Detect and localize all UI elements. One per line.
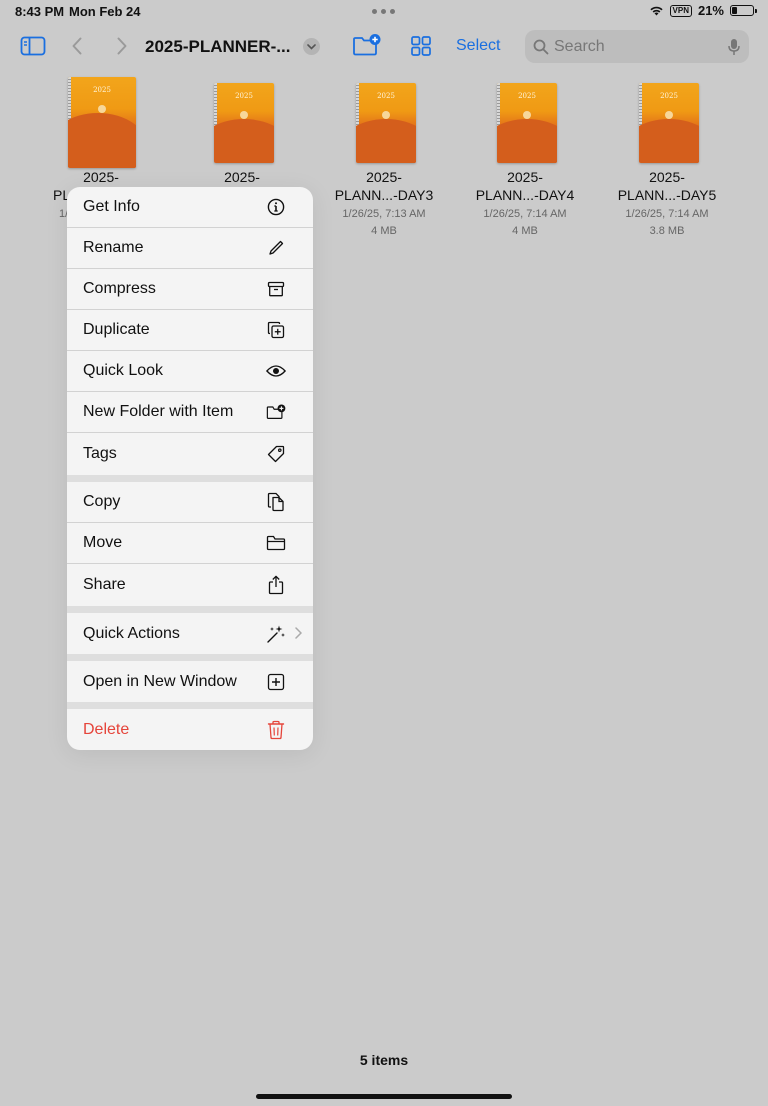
context-menu: Get Info Rename Compress Duplicate Quick…: [67, 187, 313, 750]
back-chevron-icon[interactable]: [70, 36, 84, 56]
menu-item-label: Tags: [83, 444, 117, 462]
file-thumbnail[interactable]: 2025: [356, 83, 416, 163]
thumbnail-year-text: 2025: [377, 92, 395, 100]
menu-item-share[interactable]: Share: [67, 564, 313, 605]
battery-percent: 21%: [697, 3, 724, 18]
menu-item-label: Compress: [83, 280, 156, 297]
battery-icon: [730, 5, 757, 16]
menu-item-label: Copy: [83, 493, 121, 510]
folder-title[interactable]: 2025-PLANNER-...: [145, 37, 290, 57]
file-size: 4 MB: [512, 225, 538, 237]
vpn-badge: VPN: [669, 4, 692, 17]
file-name-line1: 2025-: [507, 169, 543, 185]
sparkles-icon: [266, 624, 286, 644]
menu-item-quick-look[interactable]: Quick Look: [67, 351, 313, 392]
duplicate-icon: [266, 320, 286, 340]
title-chevron-down-icon[interactable]: [303, 38, 320, 55]
search-icon: [533, 39, 549, 55]
file-date: 1/26/25, 7:13 AM: [342, 208, 426, 220]
copy-icon: [266, 492, 286, 512]
pencil-icon: [266, 238, 286, 258]
grid-view-icon[interactable]: [410, 35, 432, 57]
file-thumbnail[interactable]: 2025: [214, 83, 274, 163]
archive-box-icon: [266, 279, 286, 299]
menu-item-label: Delete: [83, 720, 130, 738]
menu-item-label: Duplicate: [83, 321, 150, 338]
file-size: 3.8 MB: [649, 225, 685, 237]
file-size: 4 MB: [371, 225, 397, 237]
menu-item-compress[interactable]: Compress: [67, 269, 313, 310]
toolbar: 2025-PLANNER-... Select Search: [0, 28, 768, 64]
menu-item-label: Rename: [83, 239, 144, 256]
info-icon: [266, 197, 286, 217]
sidebar-toggle-icon[interactable]: [20, 35, 46, 57]
status-bar: 8:43 PM Mon Feb 24 VPN 21%: [0, 0, 768, 22]
eye-icon: [266, 361, 286, 381]
thumbnail-year-text: 2025: [660, 92, 678, 100]
thumbnail-year-text: 2025: [235, 92, 253, 100]
menu-item-new-folder-with-item[interactable]: New Folder with Item: [67, 392, 313, 433]
menu-item-label: Share: [83, 575, 126, 593]
menu-item-copy[interactable]: Copy: [67, 482, 313, 523]
search-placeholder: Search: [554, 38, 605, 55]
microphone-icon[interactable]: [728, 38, 740, 56]
item-count: 5 items: [359, 1052, 409, 1068]
file-name-line2: PLANN...-DAY3: [334, 187, 434, 203]
file-name-line1: 2025-: [366, 169, 402, 185]
trash-icon: [266, 720, 286, 740]
tag-icon: [266, 444, 286, 464]
menu-item-label: Quick Look: [83, 362, 164, 379]
folder-icon: [266, 533, 286, 553]
thumbnail-year-text: 2025: [93, 86, 111, 94]
file-name-line2: PLANN...-DAY5: [617, 187, 717, 203]
menu-item-label: New Folder with Item: [83, 403, 234, 420]
status-indicators: VPN 21%: [649, 3, 757, 18]
new-folder-icon[interactable]: [352, 32, 382, 58]
status-time: 8:43 PM: [15, 4, 65, 19]
plus-square-icon: [266, 672, 286, 692]
file-name-line1: 2025-: [83, 169, 119, 185]
menu-item-quick-actions[interactable]: Quick Actions: [67, 613, 313, 654]
search-field[interactable]: Search: [525, 30, 749, 63]
file-thumbnail[interactable]: 2025: [68, 77, 136, 168]
menu-item-delete[interactable]: Delete: [67, 709, 313, 750]
menu-item-rename[interactable]: Rename: [67, 228, 313, 269]
file-thumbnail[interactable]: 2025: [639, 83, 699, 163]
menu-item-open-in-new-window[interactable]: Open in New Window: [67, 661, 313, 702]
menu-item-label: Quick Actions: [83, 624, 180, 642]
menu-item-get-info[interactable]: Get Info: [67, 187, 313, 228]
menu-item-duplicate[interactable]: Duplicate: [67, 310, 313, 351]
file-thumbnail[interactable]: 2025: [497, 83, 557, 163]
home-indicator[interactable]: [256, 1094, 512, 1099]
file-name-line1: 2025-: [649, 169, 685, 185]
file-name-line1: 2025-: [224, 169, 260, 185]
menu-item-move[interactable]: Move: [67, 523, 313, 564]
menu-item-label: Move: [83, 534, 123, 551]
wifi-icon: [649, 6, 663, 16]
forward-chevron-icon[interactable]: [115, 36, 129, 56]
file-name-line2: PLANN...-DAY4: [475, 187, 575, 203]
thumbnail-year-text: 2025: [518, 92, 536, 100]
menu-item-label: Get Info: [83, 198, 140, 215]
status-date: Mon Feb 24: [69, 4, 141, 19]
menu-item-label: Open in New Window: [83, 672, 237, 690]
select-button[interactable]: Select: [456, 37, 500, 55]
file-date: 1/26/25, 7:14 AM: [625, 208, 709, 220]
menu-item-tags[interactable]: Tags: [67, 433, 313, 474]
multitasking-dots-icon[interactable]: [372, 9, 395, 14]
folder-plus-icon: [266, 402, 286, 422]
file-date: 1/26/25, 7:14 AM: [483, 208, 567, 220]
chevron-right-icon: [295, 627, 302, 639]
share-icon: [266, 575, 286, 595]
